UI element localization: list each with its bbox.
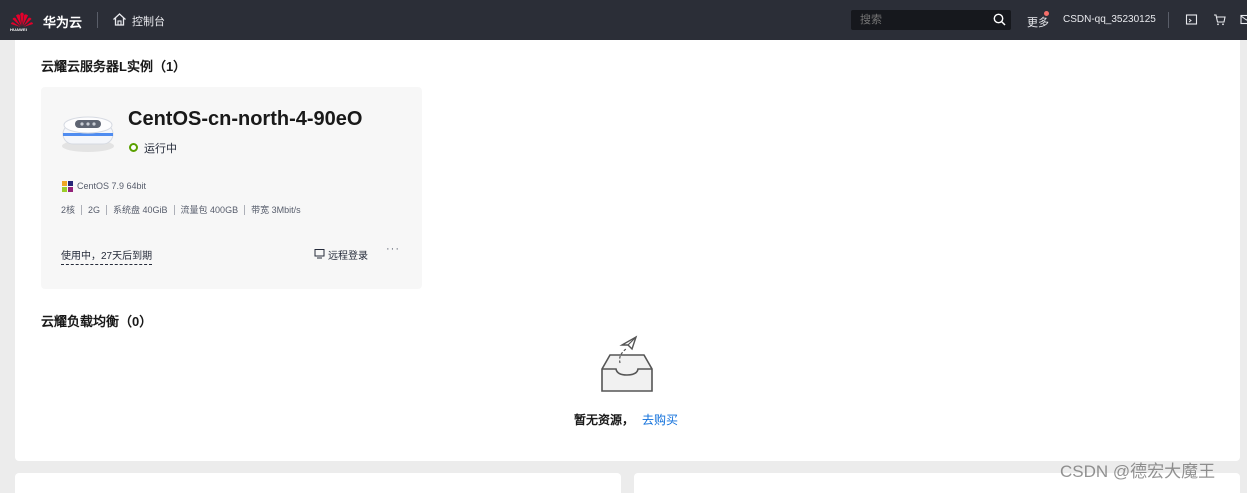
buy-link[interactable]: 去购买 xyxy=(642,411,678,428)
monitor-icon[interactable] xyxy=(314,248,325,259)
home-icon[interactable] xyxy=(112,12,127,27)
notice-icon[interactable] xyxy=(1185,13,1198,26)
spec-divider xyxy=(244,204,246,215)
divider xyxy=(1168,12,1169,28)
mail-icon[interactable] xyxy=(1240,13,1247,26)
instances-section-title: 云耀云服务器L实例（1） xyxy=(41,59,187,74)
server-illustration-icon xyxy=(62,116,114,152)
divider xyxy=(97,12,98,28)
search-input[interactable] xyxy=(851,10,1011,30)
expiry-info[interactable]: 使用中，27天后到期 xyxy=(61,247,153,265)
os-version: CentOS 7.9 64bit xyxy=(77,181,147,191)
instance-status: 运行中 xyxy=(144,143,177,155)
spec-traffic: 流量包 400GB xyxy=(180,205,239,215)
top-navigation-bar: HUAWEI 华为云 控制台 更多 CSDN-qq_35230125 xyxy=(0,0,1247,40)
spec-divider xyxy=(81,204,83,215)
status-running-icon xyxy=(129,143,138,152)
search-icon[interactable] xyxy=(993,13,1006,26)
more-menu[interactable]: 更多 xyxy=(1027,14,1049,30)
empty-state-text: 暂无资源， xyxy=(574,413,635,427)
remote-login-button[interactable]: 远程登录 xyxy=(328,247,368,262)
watermark: CSDN @德宏大魔王 xyxy=(1060,462,1216,481)
instance-name[interactable]: CentOS-cn-north-4-90eO xyxy=(128,108,362,131)
more-actions-button[interactable]: ··· xyxy=(386,243,400,255)
brand-name[interactable]: 华为云 xyxy=(43,12,82,31)
spec-cpu: 2核 xyxy=(61,205,76,215)
spec-divider xyxy=(106,204,108,215)
empty-inbox-icon xyxy=(601,335,653,392)
logo-caption: HUAWEI xyxy=(10,27,28,32)
console-link[interactable]: 控制台 xyxy=(132,13,165,29)
notification-dot xyxy=(1044,11,1049,16)
instance-specs: 2核 2G 系统盘 40GiB 流量包 400GB 带宽 3Mbit/s xyxy=(61,203,301,216)
centos-icon xyxy=(62,181,73,192)
spec-divider xyxy=(173,204,175,215)
bottom-card-left xyxy=(15,473,621,493)
spec-memory: 2G xyxy=(88,204,101,215)
lb-section-title: 云耀负载均衡（0） xyxy=(41,314,153,329)
spec-bandwidth: 带宽 3Mbit/s xyxy=(251,205,301,215)
cart-icon[interactable] xyxy=(1213,13,1226,26)
user-account[interactable]: CSDN-qq_35230125 xyxy=(1063,14,1156,25)
spec-disk: 系统盘 40GiB xyxy=(113,205,168,215)
